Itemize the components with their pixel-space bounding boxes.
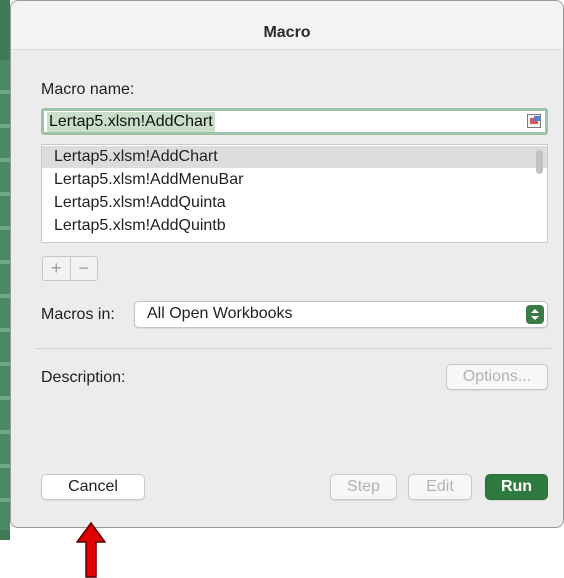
list-add-remove-control: + − bbox=[42, 256, 98, 281]
macro-dialog: Macro Macro name: Lertap5.xlsm!AddChart … bbox=[10, 0, 564, 528]
macro-name-input[interactable]: Lertap5.xlsm!AddChart bbox=[41, 108, 548, 135]
description-label: Description: bbox=[41, 369, 126, 386]
divider bbox=[36, 348, 551, 349]
macros-in-label: Macros in: bbox=[41, 306, 115, 323]
background-window-rows bbox=[0, 60, 10, 530]
range-select-icon[interactable] bbox=[527, 114, 541, 128]
list-item[interactable]: Lertap5.xlsm!AddQuinta bbox=[42, 192, 547, 214]
remove-macro-button[interactable]: − bbox=[69, 257, 98, 280]
macros-in-value: All Open Workbooks bbox=[147, 305, 293, 322]
macro-name-label: Macro name: bbox=[41, 81, 135, 98]
step-button[interactable]: Step bbox=[330, 474, 397, 500]
macro-list[interactable]: Lertap5.xlsm!AddChart Lertap5.xlsm!AddMe… bbox=[41, 144, 548, 243]
list-scrollbar[interactable] bbox=[536, 150, 543, 174]
edit-button[interactable]: Edit bbox=[408, 474, 472, 500]
list-item[interactable]: Lertap5.xlsm!AddMenuBar bbox=[42, 169, 547, 191]
annotation-arrow-icon bbox=[76, 522, 106, 578]
dialog-titlebar: Macro bbox=[11, 1, 563, 50]
list-item[interactable]: Lertap5.xlsm!AddQuintb bbox=[42, 215, 547, 237]
options-button[interactable]: Options... bbox=[446, 364, 548, 390]
chevron-updown-icon bbox=[526, 305, 544, 324]
run-button[interactable]: Run bbox=[485, 474, 548, 500]
dialog-title: Macro bbox=[263, 24, 311, 41]
add-macro-button[interactable]: + bbox=[43, 257, 70, 280]
list-item[interactable]: Lertap5.xlsm!AddChart bbox=[42, 146, 547, 168]
macros-in-select[interactable]: All Open Workbooks bbox=[134, 301, 548, 328]
cancel-button[interactable]: Cancel bbox=[41, 474, 145, 500]
macro-name-value: Lertap5.xlsm!AddChart bbox=[47, 112, 215, 132]
